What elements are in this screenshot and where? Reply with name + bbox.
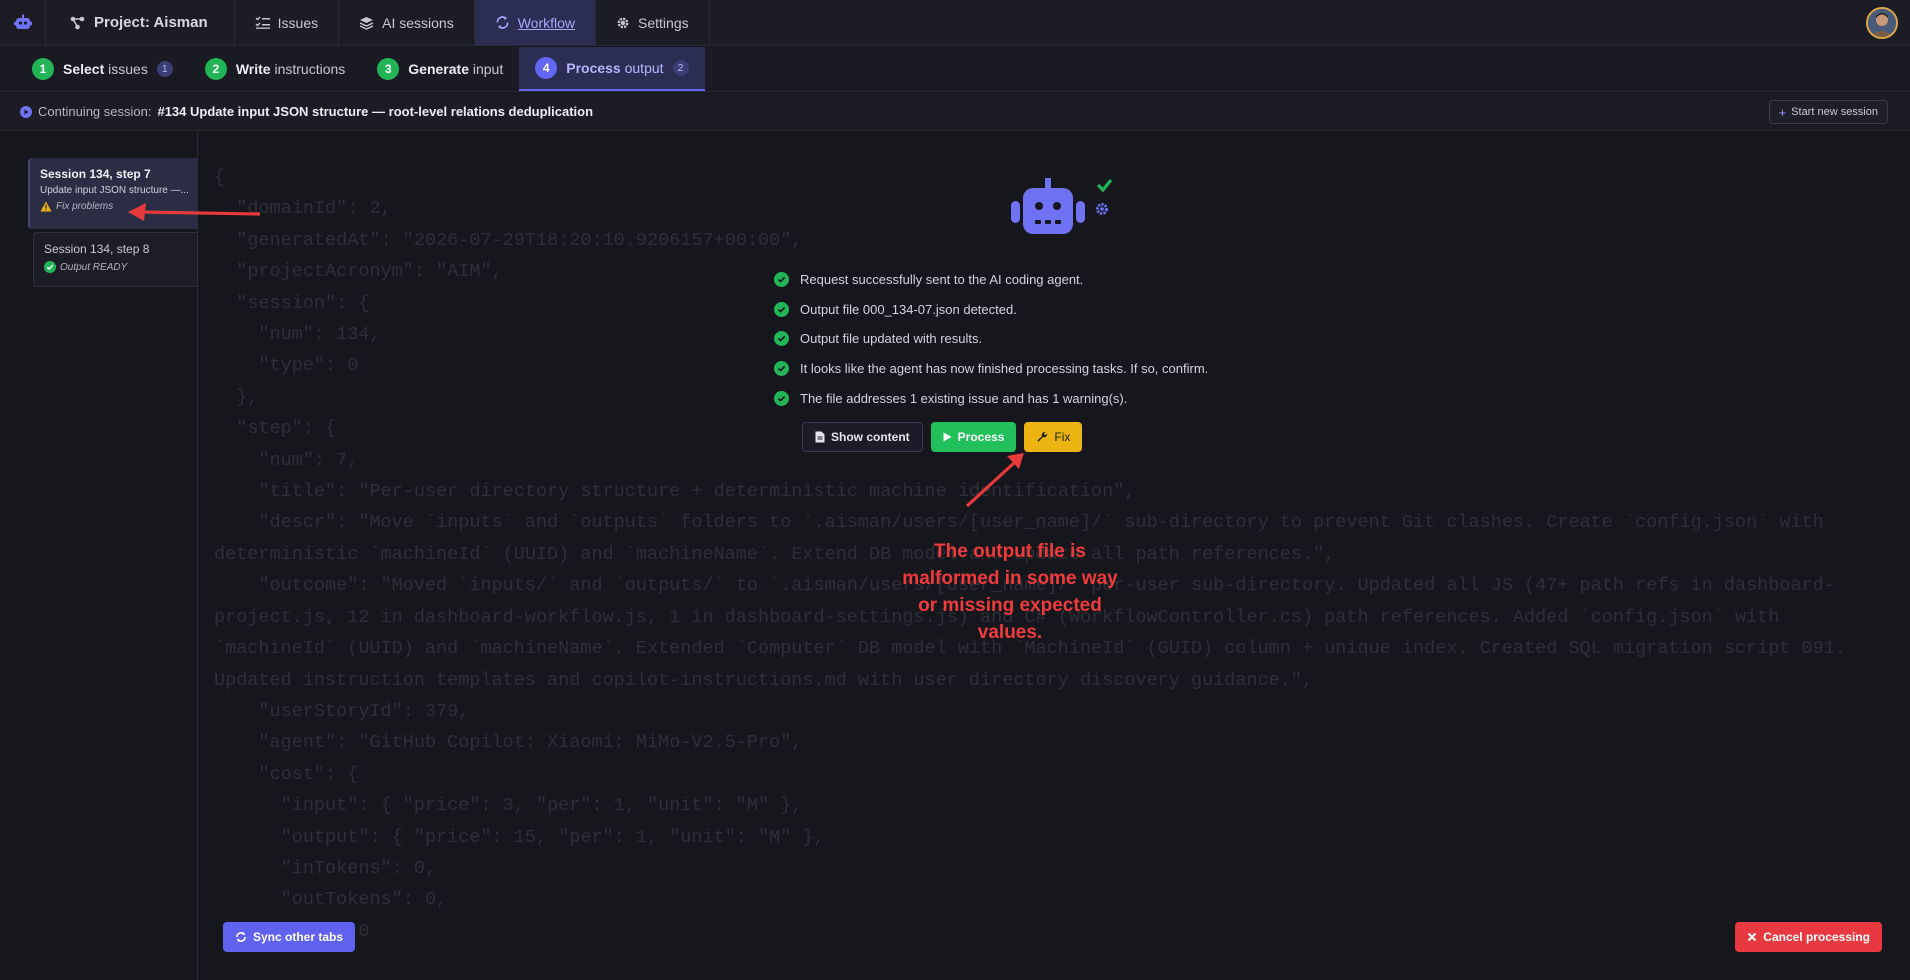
session-step-title: Session 134, step 8: [44, 242, 150, 256]
nav-project[interactable]: Project: Aisman: [46, 0, 235, 45]
nav-ai-sessions[interactable]: AI sessions: [339, 0, 475, 45]
sync-other-tabs-button[interactable]: Sync other tabs: [223, 922, 356, 952]
nav-ai-sessions-label: AI sessions: [382, 14, 454, 31]
step-number: 2: [204, 58, 227, 80]
app-logo[interactable]: [0, 0, 46, 45]
nav-issues[interactable]: Issues: [235, 0, 340, 45]
play-circle-icon: [20, 105, 32, 118]
status-line: Output file 000_134-07.json detected.: [774, 295, 1208, 325]
session-step-status: Output READY: [44, 261, 187, 273]
step-number: 4: [535, 57, 558, 79]
play-icon: [943, 432, 952, 442]
status-line: It looks like the agent has now finished…: [774, 354, 1208, 384]
status-line: Output file updated with results.: [774, 324, 1208, 354]
warning-icon: [40, 201, 52, 212]
session-step-card[interactable]: Session 134, step 8 Output READY: [33, 232, 198, 287]
processing-status-list: Request successfully sent to the AI codi…: [774, 265, 1208, 413]
user-avatar-image: [1868, 9, 1896, 37]
step-write-instructions[interactable]: 2 Write instructions: [189, 47, 361, 91]
session-step-status: Fix problems: [40, 201, 188, 212]
check-circle-icon: [44, 261, 56, 273]
status-line: The file addresses 1 existing issue and …: [774, 383, 1208, 413]
session-step-desc: Update input JSON structure —...: [40, 185, 188, 196]
show-content-button[interactable]: Show content: [802, 422, 923, 452]
step-generate-input[interactable]: 3 Generate input: [361, 47, 519, 91]
session-step-card[interactable]: Session 134, step 7 Update input JSON st…: [28, 158, 198, 229]
robot-illustration: [1008, 178, 1114, 247]
top-nav: Project: Aisman Issues AI sessions Workf…: [0, 0, 1910, 46]
robot-icon: [1011, 178, 1113, 234]
step-count-badge: 1: [156, 61, 173, 77]
ai-sessions-icon: [359, 16, 374, 30]
check-circle-icon: [774, 272, 789, 288]
workflow-steps: 1 Select issues 1 2 Write instructions 3…: [0, 47, 1910, 92]
step-number: 1: [32, 58, 54, 80]
step-title: Generate input: [408, 61, 504, 77]
plus-icon: +: [1778, 104, 1787, 120]
nav-workflow-label: Workflow: [517, 14, 576, 31]
app-logo-icon: [13, 14, 32, 29]
wrench-icon: [1037, 431, 1048, 442]
session-label: Continuing session:: [38, 104, 152, 119]
step-title: Write instructions: [235, 61, 346, 77]
start-new-session-label: Start new session: [1791, 106, 1878, 118]
file-icon: [815, 431, 825, 443]
cancel-processing-button[interactable]: Cancel processing: [1735, 922, 1882, 952]
step-process-output[interactable]: 4 Process output 2: [519, 47, 705, 91]
sync-icon: [236, 932, 246, 942]
step-title: Select issues: [63, 61, 148, 77]
check-circle-icon: [774, 361, 789, 377]
nav-settings-label: Settings: [638, 14, 689, 31]
step-select-issues[interactable]: 1 Select issues 1: [16, 47, 189, 91]
step-count-badge: 2: [672, 60, 689, 76]
nav-project-label: Project: Aisman: [94, 14, 208, 31]
nav-issues-label: Issues: [277, 14, 319, 31]
output-actions: Show content Process Fix: [802, 422, 1083, 452]
fix-button[interactable]: Fix: [1024, 422, 1083, 452]
gear-icon: [617, 17, 629, 28]
session-bar: Continuing session: #134 Update input JS…: [0, 93, 1910, 131]
session-title: #134 Update input JSON structure — root-…: [157, 104, 594, 119]
nav-settings[interactable]: Settings: [596, 0, 710, 45]
avatar[interactable]: [1866, 7, 1898, 39]
project-icon: [70, 16, 85, 29]
check-circle-icon: [774, 390, 789, 406]
step-number: 3: [377, 58, 400, 80]
start-new-session-button[interactable]: + Start new session: [1768, 100, 1888, 124]
issues-icon: [255, 16, 270, 29]
nav-workflow[interactable]: Workflow: [474, 0, 597, 45]
step-title: Process output: [566, 60, 664, 76]
check-circle-icon: [774, 301, 789, 317]
session-step-title: Session 134, step 7: [40, 167, 151, 181]
process-button[interactable]: Process: [930, 422, 1017, 452]
status-line: Request successfully sent to the AI codi…: [774, 265, 1208, 295]
close-icon: [1748, 932, 1757, 942]
check-circle-icon: [774, 331, 789, 347]
session-steps-sidebar: Session 134, step 7 Update input JSON st…: [0, 132, 198, 980]
annotation-callout: The output file is malformed in some way…: [902, 541, 1118, 643]
workflow-icon: [496, 16, 509, 29]
